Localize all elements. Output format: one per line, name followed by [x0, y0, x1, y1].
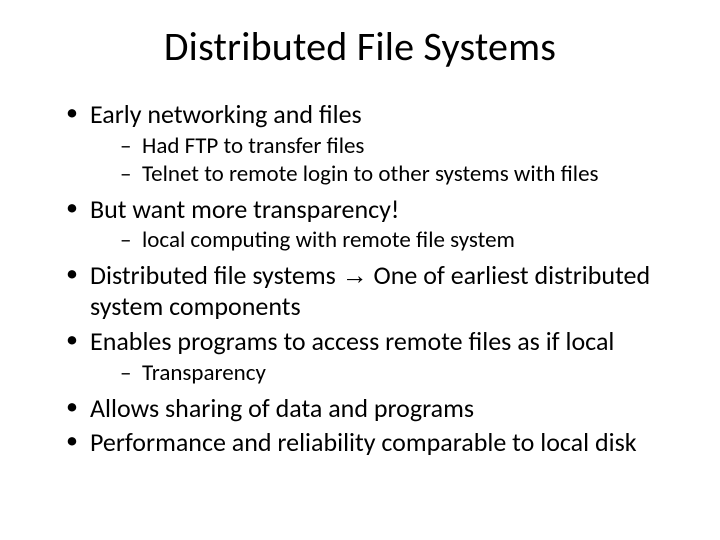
sub-bullet-text: Transparency	[142, 359, 266, 387]
bullet-text: Early networking and files	[90, 98, 362, 130]
bullet-text: Distributed file systems	[90, 259, 342, 291]
sub-bullet-text: Had FTP to transfer files	[142, 132, 364, 160]
bullet-item: Enables programs to access remote files …	[66, 326, 672, 387]
bullet-item: Distributed file systems → One of earlie…	[66, 260, 672, 321]
sub-bullet-text: local computing with remote file system	[142, 226, 515, 254]
sub-bullet-text: Telnet to remote login to other systems …	[142, 160, 599, 188]
slide-title: Distributed File Systems	[48, 22, 672, 71]
bullet-text: Enables programs to access remote files …	[90, 325, 614, 357]
arrow-icon: →	[342, 260, 368, 290]
bullet-item: Allows sharing of data and programs	[66, 393, 672, 424]
sub-bullet-list: Had FTP to transfer files Telnet to remo…	[90, 132, 672, 188]
sub-bullet-item: Telnet to remote login to other systems …	[120, 160, 672, 188]
bullet-list: Early networking and files Had FTP to tr…	[48, 99, 672, 458]
bullet-text: Performance and reliability comparable t…	[90, 426, 637, 458]
bullet-item: Early networking and files Had FTP to tr…	[66, 99, 672, 188]
slide: Distributed File Systems Early networkin…	[0, 0, 720, 540]
bullet-item: But want more transparency! local comput…	[66, 194, 672, 255]
bullet-item: Performance and reliability comparable t…	[66, 427, 672, 458]
sub-bullet-item: Transparency	[120, 359, 672, 387]
sub-bullet-list: Transparency	[90, 359, 672, 387]
sub-bullet-list: local computing with remote file system	[90, 226, 672, 254]
sub-bullet-item: Had FTP to transfer files	[120, 132, 672, 160]
sub-bullet-item: local computing with remote file system	[120, 226, 672, 254]
bullet-text: But want more transparency!	[90, 193, 399, 225]
bullet-text: Allows sharing of data and programs	[90, 392, 474, 424]
